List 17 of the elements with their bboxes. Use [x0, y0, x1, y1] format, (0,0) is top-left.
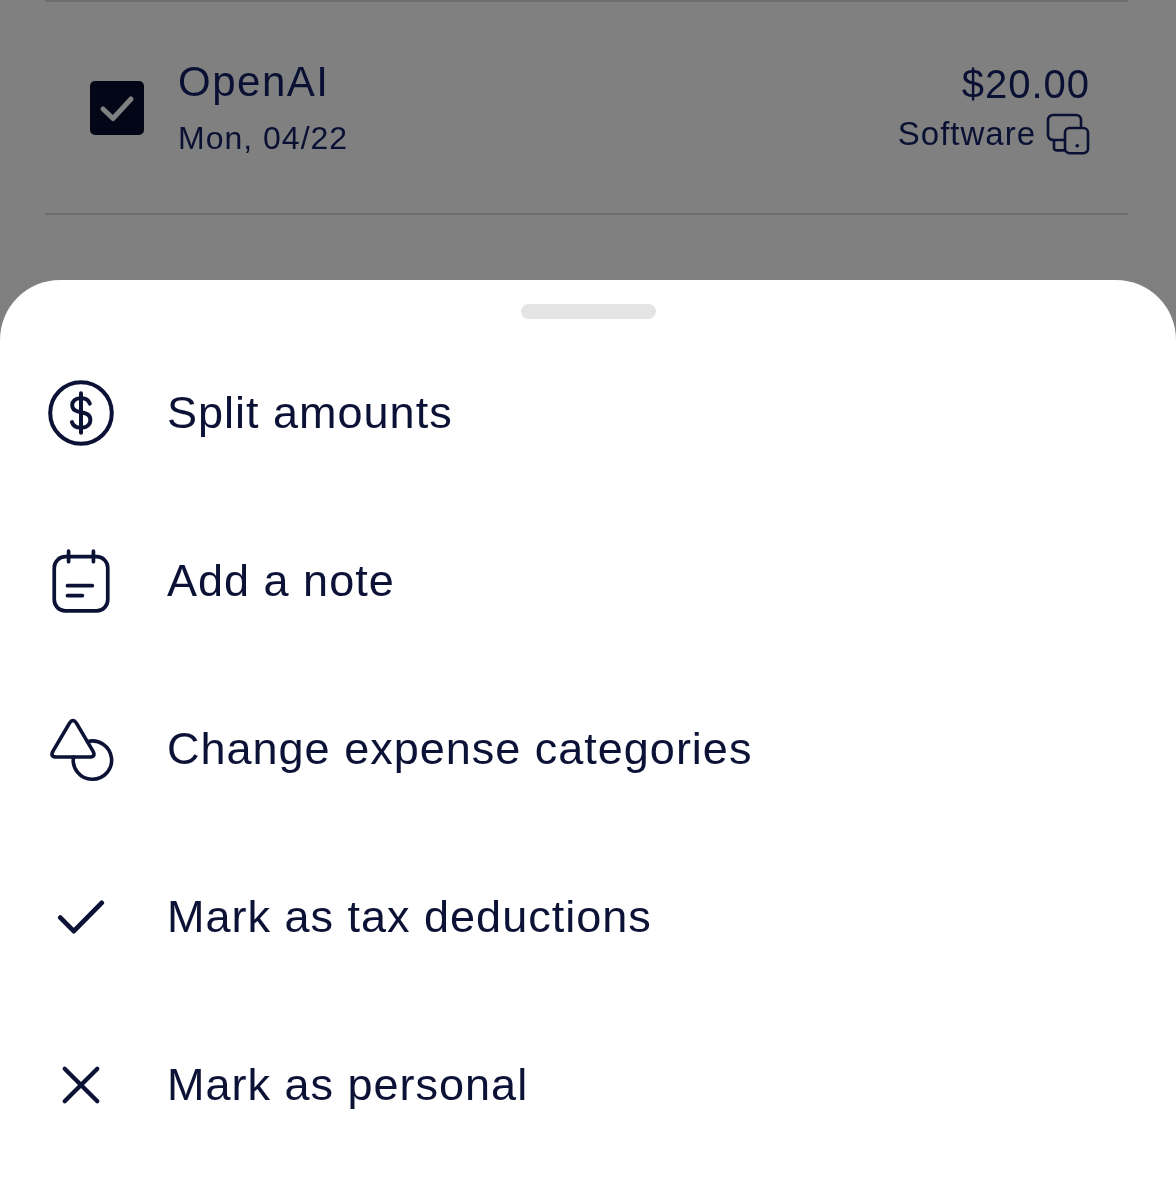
- menu-item[interactable]: Change expense categories: [0, 665, 1176, 833]
- menu-item[interactable]: Split amounts: [0, 329, 1176, 497]
- menu-item[interactable]: Mark as tax deductions: [0, 833, 1176, 1001]
- transaction-date: Mon, 04/22: [178, 118, 350, 158]
- drag-handle[interactable]: [520, 304, 656, 319]
- menu-item[interactable]: Add a note: [0, 497, 1176, 665]
- notepad-icon: [52, 549, 110, 613]
- dollar-circle-icon: [48, 380, 114, 446]
- menu-item[interactable]: Mark as personal: [0, 1001, 1176, 1169]
- check-icon: [57, 899, 105, 935]
- cross-icon: [61, 1065, 101, 1105]
- merchant-name: OpenAI: [178, 57, 331, 106]
- transaction-amount: $20.00: [961, 60, 1090, 107]
- shapes-icon: [48, 716, 114, 782]
- category-label: Software: [897, 113, 1036, 154]
- monitor-phone-icon: [1046, 112, 1090, 155]
- checkbox[interactable]: [90, 80, 144, 135]
